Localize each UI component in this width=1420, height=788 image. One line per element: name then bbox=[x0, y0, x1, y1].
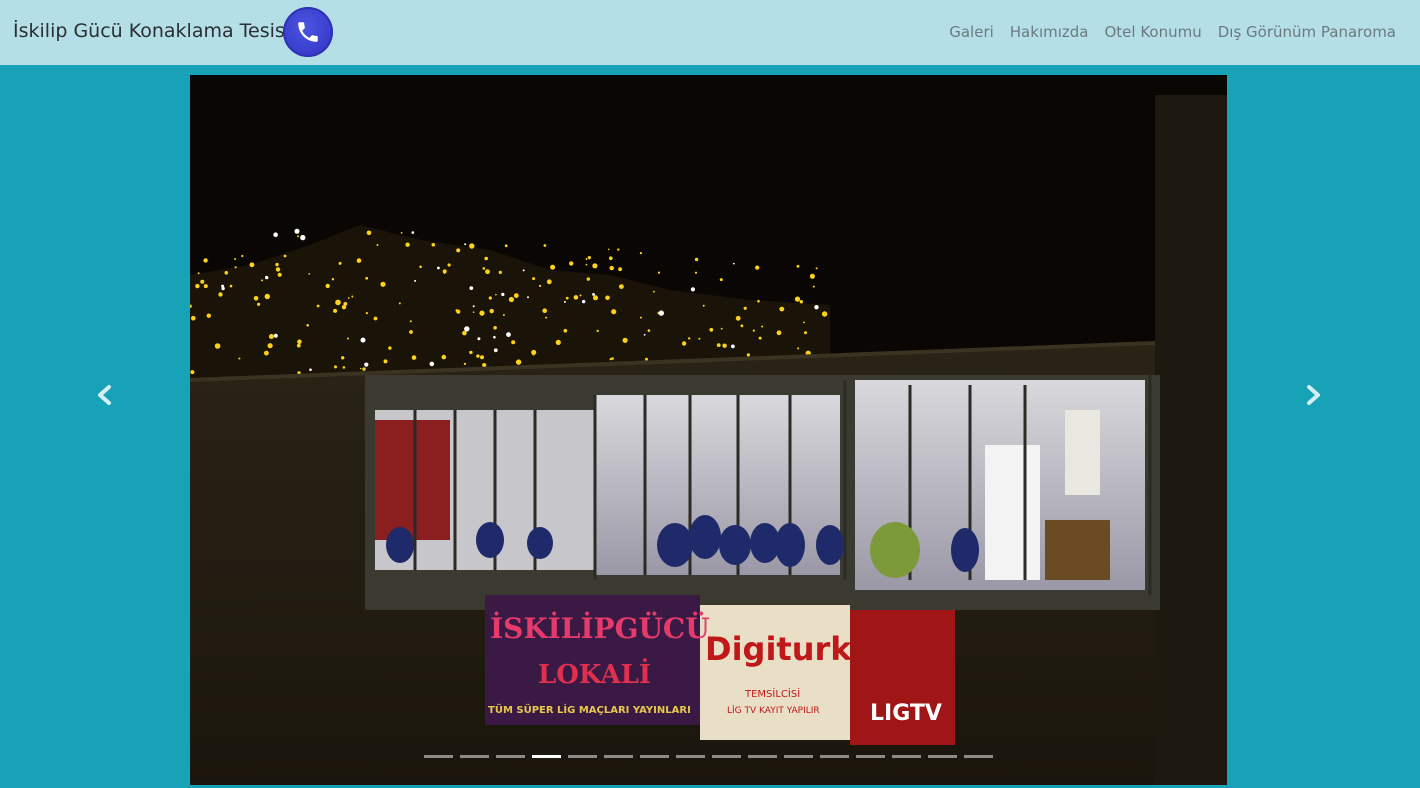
carousel-indicator[interactable] bbox=[820, 755, 849, 758]
carousel-indicator[interactable] bbox=[856, 755, 885, 758]
banner-digiturk: Digiturk bbox=[705, 630, 852, 668]
carousel-indicator[interactable] bbox=[676, 755, 705, 758]
carousel-indicator[interactable] bbox=[532, 755, 561, 758]
carousel-slide: İSKİLİPGÜCÜ LOKALİ TÜM SÜPER LİG MAÇLARI… bbox=[190, 75, 1227, 785]
carousel-indicator[interactable] bbox=[712, 755, 741, 758]
navbar: İskilip Gücü Konaklama Tesisi Galeri Hak… bbox=[0, 0, 1420, 65]
carousel-indicator[interactable] bbox=[964, 755, 993, 758]
nav-link-galeri[interactable]: Galeri bbox=[949, 23, 994, 41]
banner-left-line3: TÜM SÜPER LİG MAÇLARI YAYINLARI bbox=[488, 702, 691, 716]
carousel-indicator[interactable] bbox=[748, 755, 777, 758]
carousel-indicator[interactable] bbox=[784, 755, 813, 758]
carousel-indicator[interactable] bbox=[928, 755, 957, 758]
brand-title[interactable]: İskilip Gücü Konaklama Tesisi bbox=[13, 20, 290, 42]
chevron-right-icon bbox=[1307, 385, 1320, 405]
carousel-prev-button[interactable] bbox=[90, 380, 120, 410]
phone-button[interactable] bbox=[283, 7, 333, 57]
banner-ligtv: LIGTV bbox=[870, 701, 942, 726]
chevron-left-icon bbox=[98, 385, 111, 405]
carousel-indicator[interactable] bbox=[892, 755, 921, 758]
nav-links: Galeri Hakımızda Otel Konumu Dış Görünüm… bbox=[933, 23, 1396, 41]
banner-digiturk-sub2: LİG TV KAYIT YAPILIR bbox=[727, 705, 820, 716]
phone-icon bbox=[298, 22, 318, 42]
carousel-indicator[interactable] bbox=[424, 755, 453, 758]
carousel-next-button[interactable] bbox=[1298, 380, 1328, 410]
banner-left-line1: İSKİLİPGÜCÜ bbox=[490, 611, 710, 645]
banner-digiturk-sub1: TEMSİLCİSİ bbox=[744, 687, 800, 700]
carousel-indicator[interactable] bbox=[640, 755, 669, 758]
nav-link-hakkimizda[interactable]: Hakımızda bbox=[1010, 23, 1089, 41]
carousel-indicator[interactable] bbox=[568, 755, 597, 758]
carousel-indicator[interactable] bbox=[496, 755, 525, 758]
carousel-indicator[interactable] bbox=[460, 755, 489, 758]
carousel-indicator[interactable] bbox=[604, 755, 633, 758]
slide-photo: İSKİLİPGÜCÜ LOKALİ TÜM SÜPER LİG MAÇLARI… bbox=[190, 75, 1227, 785]
nav-link-panorama[interactable]: Dış Görünüm Panaroma bbox=[1218, 23, 1396, 41]
carousel-indicators bbox=[424, 755, 1000, 758]
nav-link-otel-konumu[interactable]: Otel Konumu bbox=[1104, 23, 1201, 41]
banner-left-line2: LOKALİ bbox=[538, 658, 651, 690]
